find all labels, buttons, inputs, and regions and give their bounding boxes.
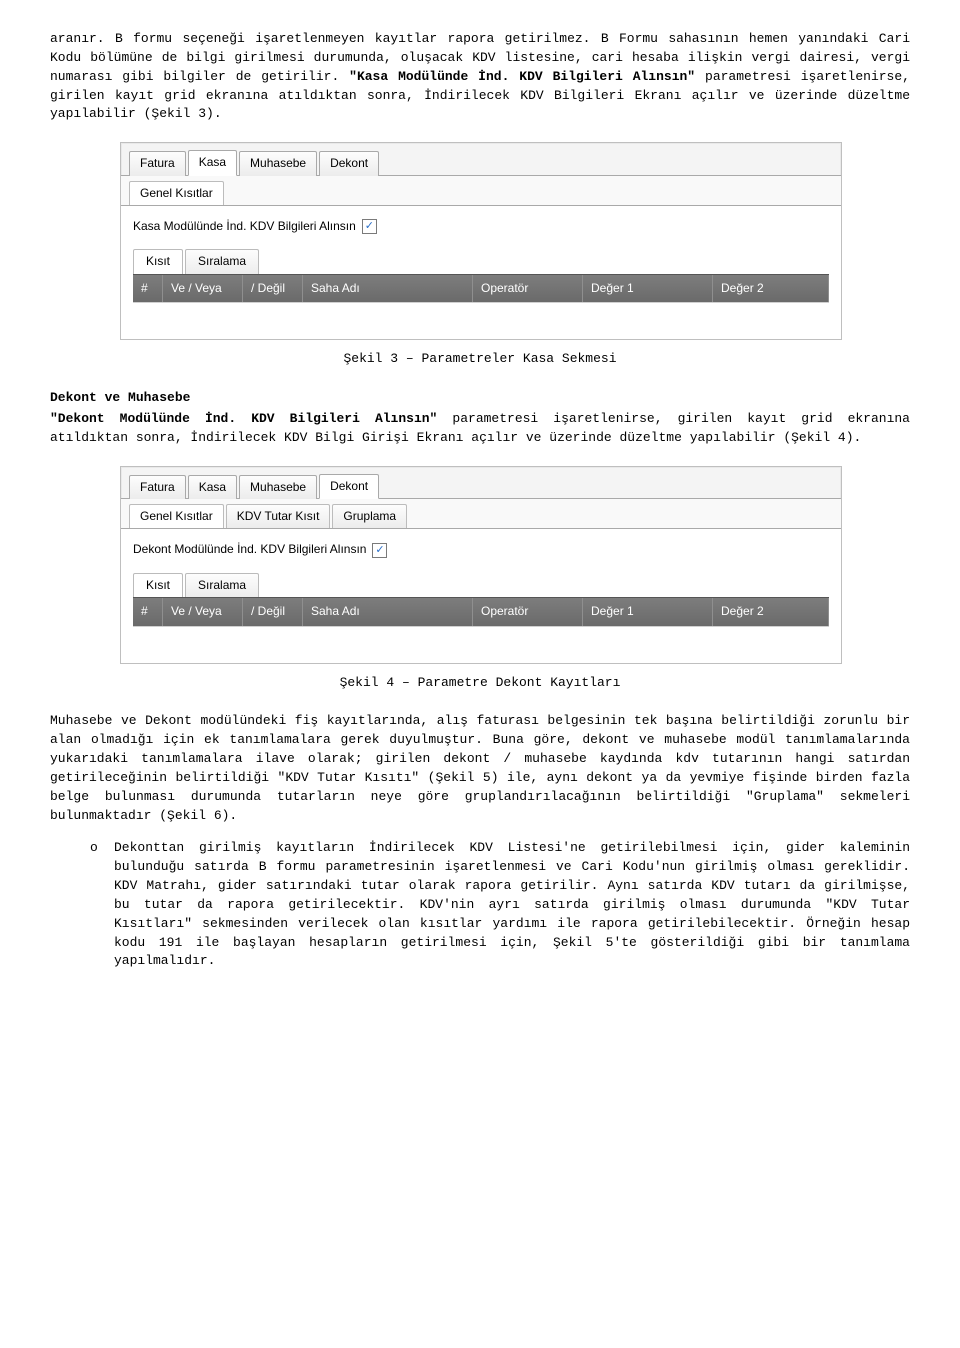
form-area: Kasa Modülünde İnd. KDV Bilgileri Alınsı… — [121, 205, 841, 339]
dekont-paragraph: "Dekont Modülünde İnd. KDV Bilgileri Alı… — [50, 410, 910, 448]
col-deger1[interactable]: Değer 1 — [583, 275, 713, 302]
inner-tab-siralama-2[interactable]: Sıralama — [185, 573, 259, 597]
inner-tab-siralama[interactable]: Sıralama — [185, 249, 259, 273]
checkbox-dekont-kdv[interactable]: ✓ — [372, 543, 387, 558]
grid-body[interactable] — [133, 302, 829, 339]
col-deger1-2[interactable]: Değer 1 — [583, 598, 713, 625]
tab-dekont-2[interactable]: Dekont — [319, 474, 379, 499]
figure-3: Fatura Kasa Muhasebe Dekont Genel Kısıtl… — [120, 142, 840, 340]
inner-tabs: Kısıt Sıralama — [133, 249, 829, 273]
checkbox-label: Kasa Modülünde İnd. KDV Bilgileri Alınsı… — [133, 218, 356, 235]
tab-dekont[interactable]: Dekont — [319, 151, 379, 175]
dekont-bold: "Dekont Modülünde İnd. KDV Bilgileri Alı… — [50, 411, 437, 426]
list-item-body: Dekonttan girilmiş kayıtların İndirilece… — [114, 839, 910, 971]
subtab-genel-kisitlar[interactable]: Genel Kısıtlar — [129, 181, 224, 205]
list-marker: o — [90, 839, 114, 971]
col-saha-2[interactable]: Saha Adı — [303, 598, 473, 625]
grid-header: # Ve / Veya / Değil Saha Adı Operatör De… — [133, 274, 829, 302]
grid-header-2: # Ve / Veya / Değil Saha Adı Operatör De… — [133, 597, 829, 625]
panel-kasa: Fatura Kasa Muhasebe Dekont Genel Kısıtl… — [120, 142, 842, 340]
inner-tab-kisit-2[interactable]: Kısıt — [133, 573, 183, 597]
grid-body-2[interactable] — [133, 626, 829, 663]
sub-tabs-2: Genel Kısıtlar KDV Tutar Kısıt Gruplama — [121, 498, 841, 528]
tab-muhasebe[interactable]: Muhasebe — [239, 151, 317, 175]
checkbox-row: Kasa Modülünde İnd. KDV Bilgileri Alınsı… — [133, 218, 829, 235]
bullet-list: o Dekonttan girilmiş kayıtların İndirile… — [90, 839, 910, 971]
tab-fatura[interactable]: Fatura — [129, 151, 186, 175]
checkbox-row-2: Dekont Modülünde İnd. KDV Bilgileri Alın… — [133, 541, 829, 558]
intro-paragraph: aranır. B formu seçeneği işaretlenmeyen … — [50, 30, 910, 124]
inner-tab-kisit[interactable]: Kısıt — [133, 249, 183, 273]
sub-tabs: Genel Kısıtlar — [121, 175, 841, 205]
col-veveya-2[interactable]: Ve / Veya — [163, 598, 243, 625]
figure-4: Fatura Kasa Muhasebe Dekont Genel Kısıtl… — [120, 466, 840, 664]
col-deger2-2[interactable]: Değer 2 — [713, 598, 829, 625]
form-area-2: Dekont Modülünde İnd. KDV Bilgileri Alın… — [121, 528, 841, 662]
panel-dekont: Fatura Kasa Muhasebe Dekont Genel Kısıtl… — [120, 466, 842, 664]
col-degil[interactable]: / Değil — [243, 275, 303, 302]
col-deger2[interactable]: Değer 2 — [713, 275, 829, 302]
top-tabs-2: Fatura Kasa Muhasebe Dekont — [121, 467, 841, 498]
muhasebe-paragraph: Muhasebe ve Dekont modülündeki fiş kayıt… — [50, 712, 910, 825]
subtab-gruplama[interactable]: Gruplama — [332, 504, 407, 528]
col-hash[interactable]: # — [133, 275, 163, 302]
tab-muhasebe-2[interactable]: Muhasebe — [239, 475, 317, 499]
col-operator-2[interactable]: Operatör — [473, 598, 583, 625]
checkbox-label-2: Dekont Modülünde İnd. KDV Bilgileri Alın… — [133, 541, 366, 558]
col-veveya[interactable]: Ve / Veya — [163, 275, 243, 302]
tab-kasa[interactable]: Kasa — [188, 150, 237, 175]
col-hash-2[interactable]: # — [133, 598, 163, 625]
intro-bold-1: "Kasa Modülünde İnd. KDV Bilgileri Alıns… — [349, 69, 695, 84]
list-item: o Dekonttan girilmiş kayıtların İndirile… — [90, 839, 910, 971]
checkbox-kasa-kdv[interactable]: ✓ — [362, 219, 377, 234]
col-operator[interactable]: Operatör — [473, 275, 583, 302]
col-saha[interactable]: Saha Adı — [303, 275, 473, 302]
tab-kasa-2[interactable]: Kasa — [188, 475, 237, 499]
subtab-kdv-tutar-kisit[interactable]: KDV Tutar Kısıt — [226, 504, 331, 528]
figure-4-caption: Şekil 4 – Parametre Dekont Kayıtları — [50, 674, 910, 693]
section-dekont-head: Dekont ve Muhasebe — [50, 389, 910, 408]
figure-3-caption: Şekil 3 – Parametreler Kasa Sekmesi — [50, 350, 910, 369]
subtab-genel-kisitlar-2[interactable]: Genel Kısıtlar — [129, 504, 224, 528]
col-degil-2[interactable]: / Değil — [243, 598, 303, 625]
inner-tabs-2: Kısıt Sıralama — [133, 573, 829, 597]
top-tabs: Fatura Kasa Muhasebe Dekont — [121, 143, 841, 174]
tab-fatura-2[interactable]: Fatura — [129, 475, 186, 499]
